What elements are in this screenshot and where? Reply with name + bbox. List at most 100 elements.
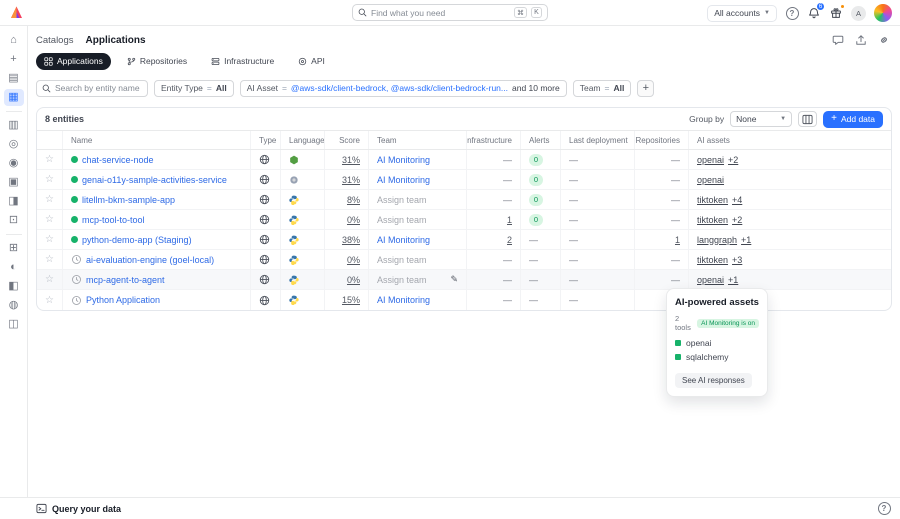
ai-assets-more-link[interactable]: +3 xyxy=(732,255,742,265)
sidebar-item-docs-icon[interactable]: ⊞ xyxy=(4,240,24,257)
entity-link[interactable]: mcp-tool-to-tool xyxy=(82,215,145,225)
manage-columns-button[interactable] xyxy=(798,111,818,127)
assign-team-placeholder[interactable]: Assign team xyxy=(377,275,427,285)
score-link[interactable]: 15% xyxy=(342,295,360,305)
sidebar-item-insights-icon[interactable]: ◧ xyxy=(4,278,24,295)
ai-asset-link[interactable]: langgraph xyxy=(697,235,737,245)
column-header-alerts[interactable]: Alerts xyxy=(521,131,561,149)
favorite-star-icon[interactable]: ☆ xyxy=(37,150,63,169)
infrastructure-count-link[interactable]: 2 xyxy=(507,235,512,245)
ai-asset-link[interactable]: tiktoken xyxy=(697,255,728,265)
avatar-secondary[interactable]: A xyxy=(851,5,866,21)
filter-chip-entity-type[interactable]: Entity Type = All xyxy=(154,79,234,97)
table-row[interactable]: ☆ ai-evaluation-engine (goel-local) 0% Assi… xyxy=(37,250,891,270)
favorite-star-icon[interactable]: ☆ xyxy=(37,270,63,289)
score-link[interactable]: 0% xyxy=(347,275,360,285)
favorite-star-icon[interactable]: ☆ xyxy=(37,210,63,229)
app-logo[interactable] xyxy=(9,5,24,20)
assign-team-placeholder[interactable]: Assign team xyxy=(377,195,427,205)
team-link[interactable]: AI Monitoring xyxy=(377,155,430,165)
alerts-badge[interactable]: 0 xyxy=(529,193,543,206)
see-ai-responses-button[interactable]: See AI responses xyxy=(675,373,752,388)
column-header-infrastructure[interactable]: Infrastructure xyxy=(467,131,521,149)
ai-assets-more-link[interactable]: +1 xyxy=(728,275,738,285)
column-header-name[interactable]: Name xyxy=(63,131,251,149)
ai-assets-more-link[interactable]: +2 xyxy=(732,215,742,225)
global-search-input[interactable] xyxy=(371,7,510,18)
help-button[interactable]: ? xyxy=(785,6,799,20)
ai-assets-more-link[interactable]: +2 xyxy=(728,155,738,165)
tab-api[interactable]: API xyxy=(290,53,333,70)
score-link[interactable]: 0% xyxy=(347,255,360,265)
comment-icon[interactable] xyxy=(832,34,844,46)
favorite-star-icon[interactable]: ☆ xyxy=(37,290,63,310)
sidebar-item-bookmarks-icon[interactable]: ⊡ xyxy=(4,212,24,229)
ai-asset-link[interactable]: openai xyxy=(697,175,724,185)
entity-link[interactable]: Python Application xyxy=(86,295,160,305)
favorite-star-icon[interactable]: ☆ xyxy=(37,190,63,209)
sidebar-item-self-service-icon[interactable]: ◉ xyxy=(4,155,24,172)
column-header-type[interactable]: Type xyxy=(251,131,281,149)
ai-assets-more-link[interactable]: +1 xyxy=(741,235,751,245)
sidebar-item-add-icon[interactable]: + xyxy=(4,51,24,68)
assign-team-placeholder[interactable]: Assign team xyxy=(377,215,427,225)
sidebar-item-integrations-icon[interactable]: ◫ xyxy=(4,316,24,333)
accounts-dropdown[interactable]: All accounts ▼ xyxy=(707,4,777,22)
ai-asset-link[interactable]: openai xyxy=(697,275,724,285)
entity-link[interactable]: ai-evaluation-engine (goel-local) xyxy=(86,255,214,265)
whats-new-button[interactable] xyxy=(829,4,845,20)
entity-link[interactable]: chat-service-node xyxy=(82,155,154,165)
global-search[interactable]: ⌘ K xyxy=(352,4,548,21)
favorite-star-icon[interactable]: ☆ xyxy=(37,170,63,189)
table-row[interactable]: ☆ litellm-bkm-sample-app 8% Assign team — 0 — —… xyxy=(37,190,891,210)
edit-team-icon[interactable]: ✎ xyxy=(450,274,458,285)
group-by-select[interactable]: None ▼ xyxy=(730,111,793,127)
repositories-count-link[interactable]: 1 xyxy=(675,235,680,245)
alerts-badge[interactable]: 0 xyxy=(529,213,543,226)
sidebar-item-entities-icon[interactable]: ▥ xyxy=(4,117,24,134)
column-header-score[interactable]: Score xyxy=(325,131,369,149)
ai-assets-more-link[interactable]: +4 xyxy=(732,195,742,205)
footer-help-button[interactable]: ? xyxy=(877,502,891,516)
table-row[interactable]: ☆ genai-o11y-sample-activities-service 31%… xyxy=(37,170,891,190)
tab-infrastructure[interactable]: Infrastructure xyxy=(203,53,282,70)
entity-link[interactable]: python-demo-app (Staging) xyxy=(82,235,192,245)
score-link[interactable]: 0% xyxy=(347,215,360,225)
sidebar-item-users-icon[interactable]: ◎ xyxy=(4,136,24,153)
table-row[interactable]: ☆ python-demo-app (Staging) 38% AI Monitori… xyxy=(37,230,891,250)
team-link[interactable]: AI Monitoring xyxy=(377,235,430,245)
favorite-star-icon[interactable]: ☆ xyxy=(37,230,63,249)
table-row[interactable]: ☆ mcp-tool-to-tool 0% Assign team 1 0 — — tiktok… xyxy=(37,210,891,230)
alerts-badge[interactable]: 0 xyxy=(529,173,543,186)
ai-asset-link[interactable]: openai xyxy=(697,155,724,165)
infrastructure-count-link[interactable]: 1 xyxy=(507,215,512,225)
entity-search[interactable] xyxy=(36,79,148,97)
inbox-button[interactable]: 6 xyxy=(807,2,825,20)
column-header-last-deployment[interactable]: Last deployment xyxy=(561,131,635,149)
team-link[interactable]: AI Monitoring xyxy=(377,175,430,185)
filter-chip-team[interactable]: Team = All xyxy=(572,79,632,97)
column-header-repositories[interactable]: Repositories xyxy=(635,131,689,149)
score-link[interactable]: 8% xyxy=(347,195,360,205)
sidebar-item-catalog-icon[interactable]: ▦ xyxy=(3,89,24,106)
team-link[interactable]: AI Monitoring xyxy=(377,295,430,305)
table-row[interactable]: ☆ mcp-agent-to-agent 0% Assign team ✎ — — — — ope… xyxy=(37,270,891,290)
sidebar-item-automations-icon[interactable]: ▣ xyxy=(4,174,24,191)
entity-search-input[interactable] xyxy=(55,83,142,93)
column-header-team[interactable]: Team xyxy=(369,131,467,149)
assign-team-placeholder[interactable]: Assign team xyxy=(377,255,427,265)
entity-link[interactable]: genai-o11y-sample-activities-service xyxy=(82,175,227,185)
sidebar-item-builder-icon[interactable]: ▤ xyxy=(4,70,24,87)
filter-chip-ai-asset[interactable]: AI Asset = @aws-sdk/client-bedrock, @aws… xyxy=(239,79,567,97)
ai-asset-link[interactable]: tiktoken xyxy=(697,195,728,205)
sidebar-item-audit-log-icon[interactable]: ◐ xyxy=(4,259,24,276)
score-link[interactable]: 31% xyxy=(342,155,360,165)
alerts-badge[interactable]: 0 xyxy=(529,153,543,166)
column-header-ai-assets[interactable]: AI assets xyxy=(689,131,891,149)
export-icon[interactable] xyxy=(855,34,867,46)
sidebar-item-home-icon[interactable]: ⌂ xyxy=(4,32,24,49)
tab-applications[interactable]: Applications xyxy=(36,52,111,70)
tab-repositories[interactable]: Repositories xyxy=(119,53,195,70)
sidebar-item-experiments-icon[interactable]: ◍ xyxy=(4,297,24,314)
table-row[interactable]: ☆ chat-service-node 31% AI Monitoring — 0 — — op… xyxy=(37,150,891,170)
